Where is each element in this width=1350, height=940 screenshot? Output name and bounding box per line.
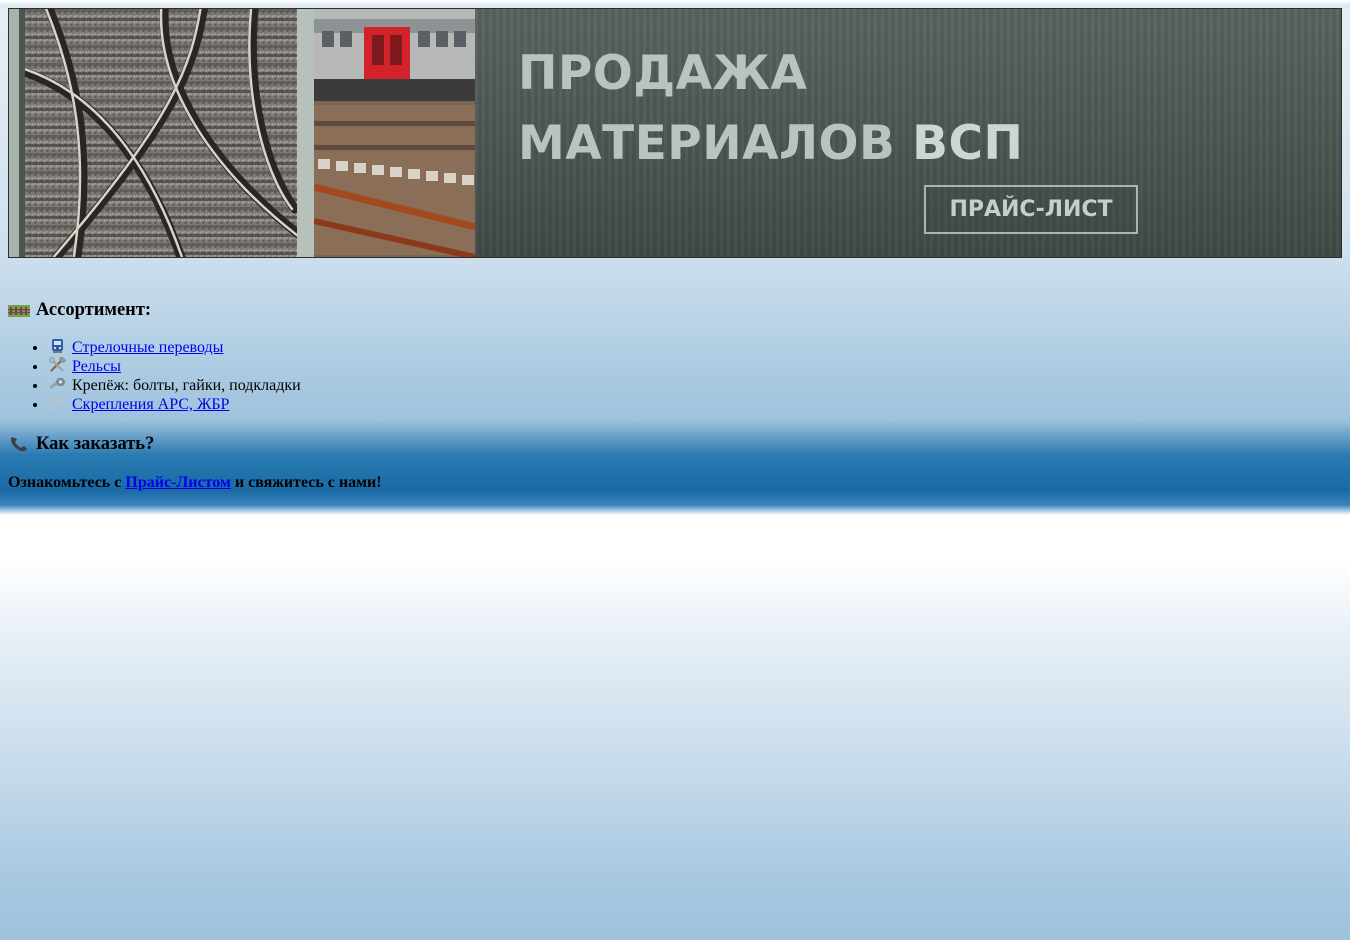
banner-title-strong: ВСП xyxy=(912,116,1024,171)
order-instructions: Ознакомьтесь с Прайс-Листом и свяжитесь … xyxy=(8,474,382,492)
order-heading: Как заказать? xyxy=(8,432,154,456)
hammer-wrench-icon xyxy=(48,355,67,373)
banner-title: ПРОДАЖА МАТЕРИАЛОВ ВСП xyxy=(518,39,1023,179)
list-item[interactable]: Рельсы xyxy=(48,355,301,376)
list-item: Крепёж: болты, гайки, подкладки xyxy=(48,376,301,395)
assortment-link-fastenings[interactable]: Скрепления АРС, ЖБР xyxy=(72,396,229,413)
tram-icon xyxy=(48,338,67,354)
train-photo xyxy=(314,9,475,257)
order-heading-text: Как заказать? xyxy=(36,433,155,454)
banner-title-line2: МАТЕРИАЛОВ xyxy=(518,116,896,171)
assortment-heading-text: Ассортимент: xyxy=(36,299,152,320)
railway-track-icon xyxy=(8,301,30,319)
assortment-item-fasteners: Крепёж: болты, гайки, подкладки xyxy=(72,377,301,394)
assortment-link-switches[interactable]: Стрелочные переводы xyxy=(72,339,223,356)
railway-switch-photo xyxy=(25,9,297,257)
list-item[interactable]: Скрепления АРС, ЖБР xyxy=(48,395,301,414)
assortment-link-rails[interactable]: Рельсы xyxy=(72,358,121,375)
telephone-icon xyxy=(8,435,30,453)
assortment-heading: Ассортимент: xyxy=(8,298,151,322)
photo-divider xyxy=(297,9,314,257)
order-text-after: и свяжитесь с нами! xyxy=(234,474,382,491)
banner-title-line1: ПРОДАЖА xyxy=(518,46,808,101)
assortment-list: Стрелочные переводы Рельсы Крепёж: болты… xyxy=(8,338,301,414)
hero-banner[interactable]: ПРОДАЖА МАТЕРИАЛОВ ВСП ПРАЙС-ЛИСТ xyxy=(8,8,1342,258)
link-icon xyxy=(48,395,67,411)
order-text-before: Ознакомьтесь с xyxy=(8,474,122,491)
price-list-link[interactable]: Прайс-Листом xyxy=(125,474,230,491)
price-list-button[interactable]: ПРАЙС-ЛИСТ xyxy=(924,185,1138,234)
nut-bolt-icon xyxy=(48,376,67,392)
list-item[interactable]: Стрелочные переводы xyxy=(48,338,301,357)
